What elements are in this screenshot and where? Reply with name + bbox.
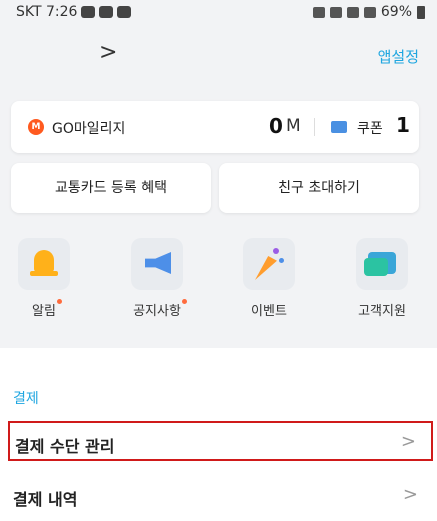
confetti: [279, 258, 284, 263]
status-right: 69%: [312, 4, 425, 20]
confetti: [273, 248, 279, 254]
transit-card-benefit-button[interactable]: 교통카드 등록 혜택: [11, 163, 211, 213]
go-mileage-icon: M: [28, 119, 44, 135]
chat-bubble-front: [364, 258, 388, 276]
menu-row-label: 결제 내역: [13, 490, 78, 509]
coupon-label: 쿠폰: [357, 121, 383, 137]
bell-body: [34, 250, 54, 272]
bell-base: [30, 271, 58, 276]
megaphone-shape: [145, 252, 171, 274]
events-label: 이벤트: [251, 304, 287, 319]
notifications-label: 알림: [32, 304, 56, 319]
talk-notification-icon: [117, 6, 132, 18]
status-bar: SKT 7:26 69%: [0, 0, 437, 26]
mileage-unit: M: [286, 116, 301, 136]
invite-friend-button[interactable]: 친구 초대하기: [219, 163, 419, 213]
popper-cone: [255, 256, 277, 280]
quick-menu-label: 공지사항: [133, 299, 187, 319]
header: > 앱설정: [0, 26, 437, 86]
chat-notification-icon: [81, 6, 96, 18]
quick-menu-events[interactable]: 이벤트: [241, 238, 297, 319]
party-popper-icon: [243, 238, 295, 290]
bell-icon: [18, 238, 70, 290]
new-badge-dot: [56, 299, 62, 304]
megaphone-icon: [131, 238, 183, 290]
quick-menu-label: 고객지원: [358, 300, 406, 319]
chevron-right-icon: >: [400, 431, 416, 452]
battery-icon: [417, 5, 425, 19]
mileage-value: 0: [269, 114, 283, 138]
quick-menu-label: 알림: [32, 299, 62, 319]
profile-chevron-icon[interactable]: >: [99, 40, 117, 65]
status-left: SKT 7:26: [16, 4, 132, 20]
signal-icon: [363, 6, 376, 18]
quick-menu-label: 이벤트: [251, 300, 287, 319]
quick-menu-notices[interactable]: 공지사항: [129, 238, 187, 319]
coupon-count: 1: [396, 113, 410, 137]
chat-bubble-icon: [356, 238, 408, 290]
app-settings-link[interactable]: 앱설정: [378, 46, 419, 67]
mute-icon: [329, 6, 342, 18]
menu-row-label: 결제 수단 관리: [15, 437, 115, 456]
go-mileage-label: GO마일리지: [52, 121, 126, 137]
carrier-time: SKT 7:26: [16, 4, 78, 20]
message-notification-icon: [99, 6, 114, 18]
divider: [314, 118, 315, 136]
quick-menu-support[interactable]: 고객지원: [354, 238, 410, 319]
chevron-right-icon: >: [402, 484, 418, 505]
alarm-icon: [312, 6, 325, 18]
battery-percent: 69%: [380, 4, 412, 20]
wifi-icon: [346, 6, 359, 18]
quick-menu-notifications[interactable]: 알림: [16, 238, 72, 319]
notices-label: 공지사항: [133, 304, 181, 319]
payment-method-management-row[interactable]: 결제 수단 관리 >: [8, 421, 433, 461]
support-label: 고객지원: [358, 304, 406, 319]
payment-history-row[interactable]: 결제 내역 >: [8, 476, 433, 516]
mileage-card[interactable]: M GO마일리지 0 M 쿠폰 1: [11, 101, 419, 153]
payment-section-title: 결제: [13, 391, 39, 407]
new-badge-dot: [181, 299, 187, 304]
coupon-icon: [331, 121, 347, 133]
